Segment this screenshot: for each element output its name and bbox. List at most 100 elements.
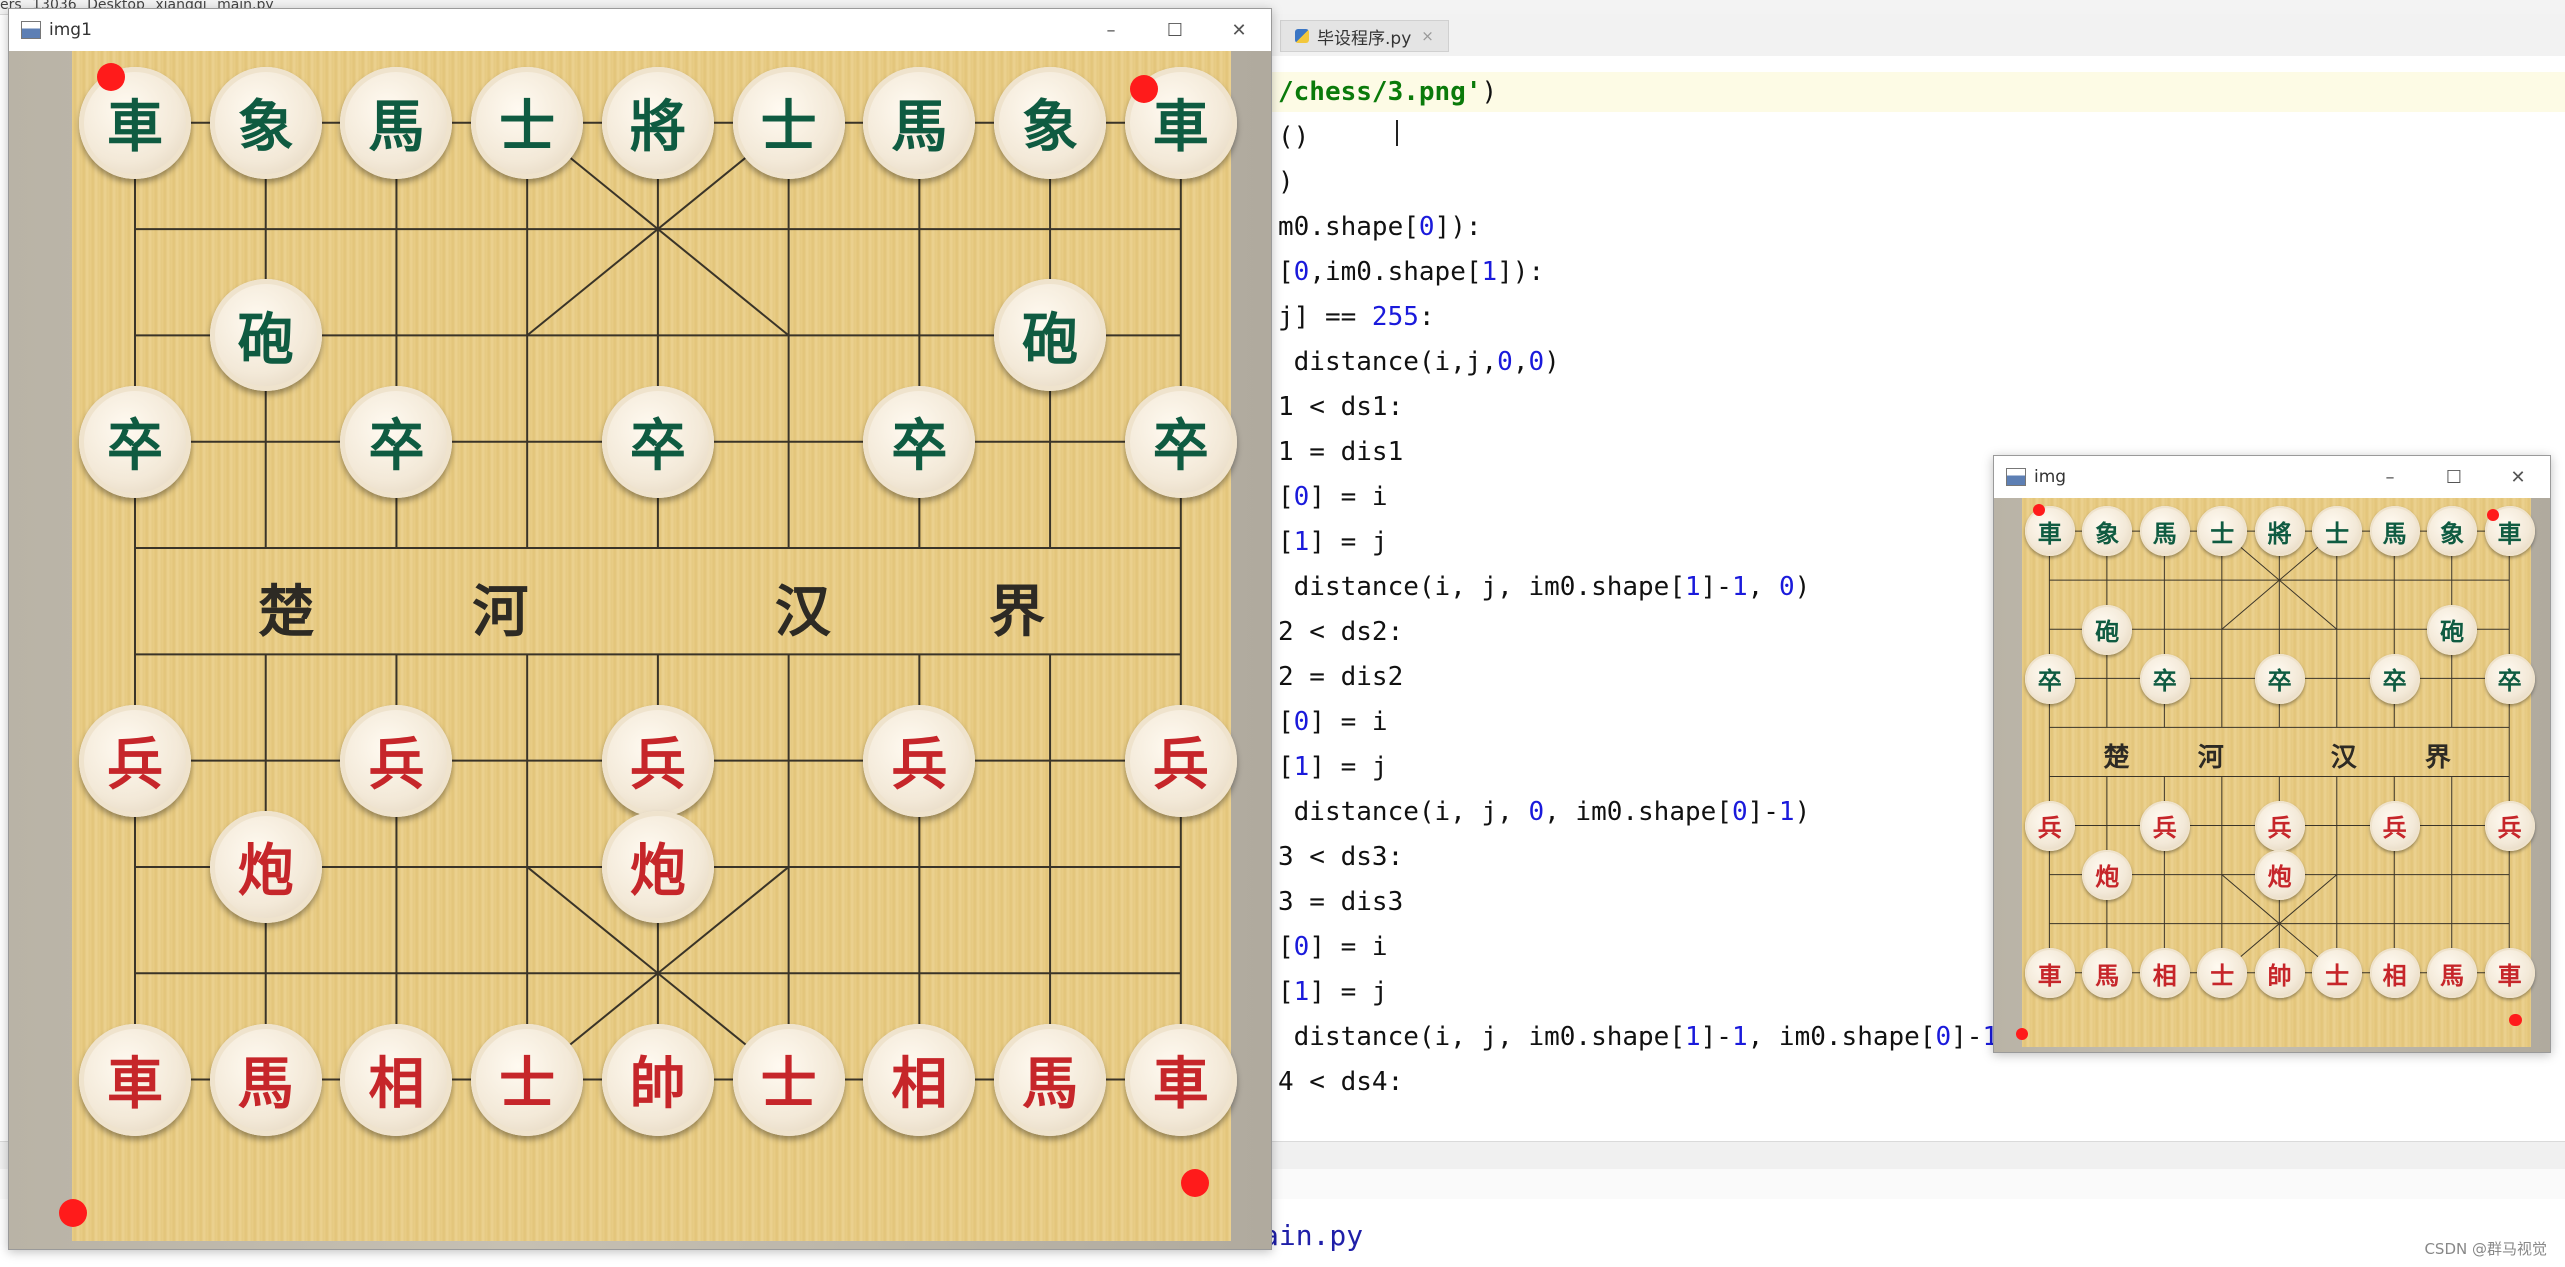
maximize-button[interactable]: ☐ bbox=[1143, 9, 1207, 51]
close-button[interactable]: ✕ bbox=[2486, 456, 2550, 498]
chess-piece: 車 bbox=[79, 66, 191, 179]
code-line[interactable]: [1] = j bbox=[1278, 522, 1388, 562]
code-line[interactable]: [1] = j bbox=[1278, 972, 1388, 1012]
code-token: 4 < ds4: bbox=[1278, 1067, 1404, 1097]
code-token: distance(i,j, bbox=[1278, 347, 1498, 377]
code-token: 1 = dis1 bbox=[1278, 437, 1404, 467]
code-line[interactable]: [0,im0.shape[1]): bbox=[1278, 252, 1544, 292]
chess-piece: 將 bbox=[601, 66, 714, 179]
minimize-button[interactable]: – bbox=[1079, 9, 1143, 51]
minimize-button[interactable]: – bbox=[2358, 456, 2422, 498]
chess-piece: 帥 bbox=[601, 1023, 714, 1136]
window-img[interactable]: img – ☐ ✕ 楚河汉界車象馬士將士馬象車砲砲卒卒卒卒卒兵兵兵兵兵炮炮車馬相… bbox=[1993, 455, 2551, 1053]
code-token: ] = i bbox=[1309, 707, 1388, 737]
code-token: : bbox=[1418, 302, 1435, 332]
app-icon bbox=[21, 21, 41, 39]
river-glyph: 界 bbox=[2424, 742, 2451, 773]
chess-piece: 兵 bbox=[2139, 800, 2190, 851]
window-title: img bbox=[2034, 467, 2067, 487]
code-line[interactable]: j] == 255: bbox=[1278, 297, 1435, 337]
code-token: ]): bbox=[1497, 257, 1545, 287]
code-token: , bbox=[1512, 347, 1529, 377]
river-glyph: 河 bbox=[2197, 742, 2224, 773]
code-line[interactable]: 1 = dis1 bbox=[1278, 432, 1403, 472]
chess-piece: 相 bbox=[2369, 948, 2420, 999]
river-glyph: 楚 bbox=[258, 579, 315, 646]
code-line[interactable]: 3 < ds3: bbox=[1278, 837, 1403, 877]
chess-piece: 象 bbox=[994, 66, 1107, 179]
code-token: /chess/3.png' bbox=[1278, 77, 1482, 107]
code-token: , bbox=[1747, 572, 1779, 602]
tab-close-icon[interactable]: × bbox=[1421, 27, 1434, 45]
chess-piece: 炮 bbox=[601, 810, 714, 923]
chess-piece: 砲 bbox=[2082, 604, 2133, 655]
chess-piece: 馬 bbox=[2082, 948, 2133, 999]
code-token: ] = i bbox=[1309, 482, 1388, 512]
editor-tab-bar: 毕设程序.py × bbox=[1268, 14, 2565, 57]
code-line[interactable]: [0] = i bbox=[1278, 702, 1388, 742]
code-token: ]): bbox=[1434, 212, 1482, 242]
code-line[interactable]: 2 = dis2 bbox=[1278, 657, 1403, 697]
code-line[interactable]: distance(i, j, 0, im0.shape[0]-1) bbox=[1278, 792, 1811, 832]
chess-piece: 卒 bbox=[2024, 653, 2075, 704]
code-line[interactable]: distance(i,j,0,0) bbox=[1278, 342, 1560, 382]
code-token: ]- bbox=[1700, 572, 1732, 602]
chess-piece: 相 bbox=[863, 1023, 976, 1136]
code-token: [ bbox=[1278, 707, 1294, 737]
chess-piece: 馬 bbox=[2139, 506, 2190, 557]
code-line[interactable]: 4 < ds4: bbox=[1278, 1062, 1403, 1102]
chess-piece: 卒 bbox=[340, 385, 453, 498]
code-line[interactable]: distance(i, j, im0.shape[1]-1, im0.shape… bbox=[1278, 1017, 2014, 1057]
chess-piece: 士 bbox=[732, 1023, 845, 1136]
river-glyph: 汉 bbox=[2330, 742, 2357, 773]
chess-piece: 兵 bbox=[863, 704, 976, 817]
code-token: distance(i, j, im0.shape[ bbox=[1278, 1022, 1685, 1052]
code-token: ) bbox=[1544, 347, 1560, 377]
code-token: () bbox=[1278, 122, 1310, 152]
code-token: 2 < ds2: bbox=[1278, 617, 1404, 647]
code-token: 0 bbox=[1935, 1022, 1952, 1052]
chess-piece: 車 bbox=[79, 1023, 191, 1136]
code-token: 1 bbox=[1293, 977, 1310, 1007]
code-token: m0.shape[ bbox=[1278, 212, 1419, 242]
code-line[interactable]: ) bbox=[1278, 162, 1294, 202]
chess-piece: 兵 bbox=[2024, 800, 2075, 851]
python-file-icon bbox=[1295, 29, 1309, 43]
chess-piece: 兵 bbox=[2254, 800, 2305, 851]
maximize-button[interactable]: ☐ bbox=[2422, 456, 2486, 498]
code-token: 1 bbox=[1778, 797, 1795, 827]
code-line[interactable]: /chess/3.png') bbox=[1268, 72, 2565, 112]
code-line[interactable]: 2 < ds2: bbox=[1278, 612, 1403, 652]
text-cursor bbox=[1396, 120, 1398, 146]
close-button[interactable]: ✕ bbox=[1207, 9, 1271, 51]
chess-piece: 士 bbox=[2197, 948, 2248, 999]
chessboard-image: 楚河汉界車象馬士將士馬象車砲砲卒卒卒卒卒兵兵兵兵兵炮炮車馬相士帥士相馬車 bbox=[1994, 498, 2550, 1052]
code-token: ,im0.shape[ bbox=[1309, 257, 1482, 287]
code-token: 255 bbox=[1371, 302, 1419, 332]
window-titlebar[interactable]: img – ☐ ✕ bbox=[1994, 456, 2550, 498]
code-token: 0 bbox=[1293, 482, 1310, 512]
code-line[interactable]: [0] = i bbox=[1278, 477, 1388, 517]
code-token: ] = j bbox=[1309, 527, 1388, 557]
chess-piece: 卒 bbox=[1124, 385, 1237, 498]
window-img1[interactable]: img1 – ☐ ✕ 楚河汉界車象馬士將士馬象車砲砲卒卒卒卒卒兵兵兵兵兵炮炮車馬… bbox=[8, 8, 1272, 1250]
chess-piece: 士 bbox=[2312, 948, 2363, 999]
chess-piece: 卒 bbox=[863, 385, 976, 498]
chess-piece: 車 bbox=[2024, 948, 2075, 999]
code-line[interactable]: distance(i, j, im0.shape[1]-1, 0) bbox=[1278, 567, 1811, 607]
code-line[interactable]: [1] = j bbox=[1278, 747, 1388, 787]
watermark: CSDN @群马视觉 bbox=[2424, 1240, 2547, 1258]
code-line[interactable]: 3 = dis3 bbox=[1278, 882, 1403, 922]
corner-marker bbox=[2509, 1014, 2522, 1027]
code-token: 0 bbox=[1731, 797, 1748, 827]
code-line[interactable]: m0.shape[0]): bbox=[1278, 207, 1482, 247]
tab-biye-program[interactable]: 毕设程序.py × bbox=[1280, 20, 1449, 52]
code-line[interactable]: () bbox=[1278, 117, 1309, 157]
code-token: 1 bbox=[1685, 1022, 1701, 1052]
code-line[interactable]: [0] = i bbox=[1278, 927, 1388, 967]
code-line[interactable]: 1 < ds1: bbox=[1278, 387, 1403, 427]
code-token: 1 bbox=[1481, 257, 1498, 287]
chess-piece: 馬 bbox=[863, 66, 976, 179]
code-token: 0 bbox=[1418, 212, 1435, 242]
window-titlebar[interactable]: img1 – ☐ ✕ bbox=[9, 9, 1271, 51]
